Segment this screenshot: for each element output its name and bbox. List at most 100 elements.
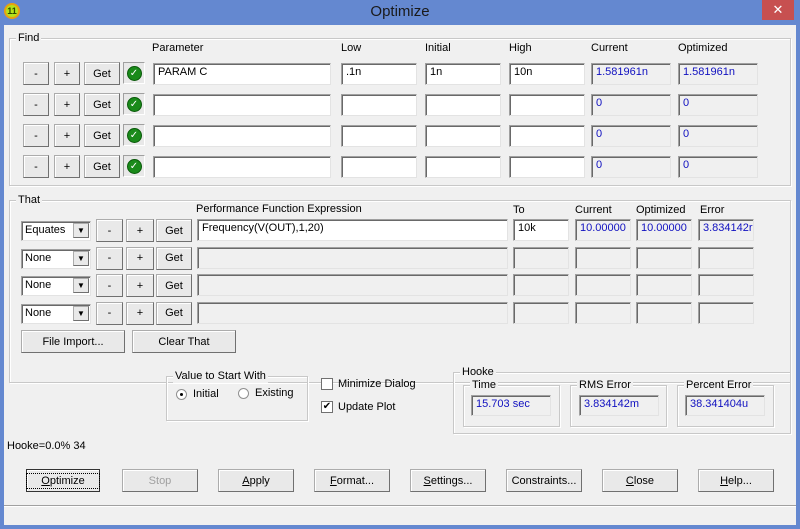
- minus-label: -: [34, 160, 38, 173]
- apply-button[interactable]: Apply: [218, 469, 294, 492]
- get-label: Get: [93, 129, 111, 142]
- low-input[interactable]: [341, 94, 417, 116]
- close-button[interactable]: Close: [602, 469, 678, 492]
- time-value: 15.703 sec: [471, 395, 551, 416]
- that-get-button[interactable]: Get: [156, 274, 192, 297]
- settings-button[interactable]: Settings...: [410, 469, 486, 492]
- find-enable-toggle[interactable]: ✓: [123, 62, 145, 84]
- find-get-button[interactable]: Get: [84, 155, 120, 178]
- parameter-input[interactable]: [153, 156, 331, 178]
- stop-label: Stop: [148, 474, 172, 487]
- apply-accel: A: [242, 474, 250, 487]
- that-optimized-value: 10.00000: [636, 219, 692, 241]
- dropdown-arrow-icon[interactable]: ▼: [73, 223, 89, 238]
- low-input[interactable]: .1n: [341, 63, 417, 85]
- that-plus-button[interactable]: +: [126, 301, 154, 325]
- high-input[interactable]: [509, 94, 585, 116]
- expression-input[interactable]: [197, 274, 508, 296]
- low-input[interactable]: [341, 156, 417, 178]
- find-plus-button[interactable]: +: [54, 93, 80, 116]
- optimize-window: 11 Optimize ✕ Find Parameter Low Initial…: [0, 0, 800, 529]
- find-plus-button[interactable]: +: [54, 62, 80, 85]
- that-get-button[interactable]: Get: [156, 219, 192, 242]
- help-button[interactable]: Help...: [698, 469, 774, 492]
- that-get-button[interactable]: Get: [156, 301, 192, 325]
- that-mode-select[interactable]: None ▼: [21, 276, 91, 296]
- high-input[interactable]: [509, 125, 585, 147]
- radio-initial-circle[interactable]: [176, 388, 187, 400]
- find-plus-button[interactable]: +: [54, 124, 80, 147]
- that-minus-button[interactable]: -: [96, 301, 123, 325]
- find-get-button[interactable]: Get: [84, 62, 120, 85]
- parameter-input[interactable]: [153, 94, 331, 116]
- find-col-high: High: [509, 42, 532, 54]
- find-minus-button[interactable]: -: [23, 124, 49, 147]
- hooke-status: Hooke=0.0% 34: [7, 440, 86, 452]
- dropdown-arrow-icon[interactable]: ▼: [73, 278, 89, 293]
- dropdown-arrow-icon[interactable]: ▼: [73, 250, 89, 266]
- initial-input[interactable]: [425, 156, 501, 178]
- that-mode-select[interactable]: None ▼: [21, 248, 91, 269]
- plus-label: +: [136, 279, 144, 292]
- minimize-dialog-box[interactable]: [321, 378, 333, 390]
- to-input[interactable]: [513, 274, 569, 296]
- close-label: Close: [626, 475, 654, 487]
- minimize-dialog-checkbox[interactable]: Minimize Dialog: [321, 378, 416, 390]
- percent-error-label: Percent Error: [684, 378, 754, 392]
- to-input[interactable]: 10k: [513, 219, 569, 241]
- update-plot-box[interactable]: ✔: [321, 401, 333, 413]
- current-value: 0: [591, 94, 671, 116]
- format-button[interactable]: Format...: [314, 469, 390, 492]
- radio-existing-circle[interactable]: [238, 387, 249, 399]
- that-col-expression: Performance Function Expression: [196, 203, 362, 215]
- radio-initial-label: Initial: [193, 388, 219, 400]
- expression-input[interactable]: [197, 246, 508, 269]
- that-plus-button[interactable]: +: [126, 246, 154, 270]
- to-input[interactable]: [513, 246, 569, 269]
- expression-input[interactable]: Frequency(V(OUT),1,20): [197, 219, 508, 241]
- find-enable-toggle[interactable]: ✓: [123, 124, 145, 146]
- find-col-current: Current: [591, 42, 628, 54]
- that-minus-button[interactable]: -: [96, 219, 123, 242]
- clear-that-button[interactable]: Clear That: [132, 330, 236, 353]
- initial-input[interactable]: [425, 94, 501, 116]
- stop-button[interactable]: Stop: [122, 469, 198, 492]
- find-get-button[interactable]: Get: [84, 93, 120, 116]
- dropdown-arrow-icon[interactable]: ▼: [73, 305, 89, 321]
- find-minus-button[interactable]: -: [23, 93, 49, 116]
- file-import-button[interactable]: File Import...: [21, 330, 125, 353]
- find-plus-button[interactable]: +: [54, 155, 80, 178]
- to-input[interactable]: [513, 301, 569, 324]
- low-input[interactable]: [341, 125, 417, 147]
- initial-input[interactable]: 1n: [425, 63, 501, 85]
- high-input[interactable]: 10n: [509, 63, 585, 85]
- constraints-button[interactable]: Constraints...: [506, 469, 582, 492]
- that-minus-button[interactable]: -: [96, 274, 123, 297]
- that-minus-button[interactable]: -: [96, 246, 123, 270]
- that-optimized-value: [636, 246, 692, 269]
- update-plot-checkbox[interactable]: ✔ Update Plot: [321, 401, 395, 413]
- that-mode-select[interactable]: Equates ▼: [21, 221, 91, 241]
- parameter-input[interactable]: PARAM C: [153, 63, 331, 85]
- that-plus-button[interactable]: +: [126, 219, 154, 242]
- expression-input[interactable]: [197, 301, 508, 324]
- title-bar[interactable]: 11 Optimize ✕: [0, 0, 800, 25]
- find-enable-toggle[interactable]: ✓: [123, 93, 145, 115]
- optimize-button[interactable]: Optimize: [26, 469, 100, 492]
- initial-input[interactable]: [425, 125, 501, 147]
- parameter-input[interactable]: [153, 125, 331, 147]
- find-enable-toggle[interactable]: ✓: [123, 155, 145, 177]
- find-minus-button[interactable]: -: [23, 155, 49, 178]
- high-input[interactable]: [509, 156, 585, 178]
- that-mode-select[interactable]: None ▼: [21, 303, 91, 324]
- get-label: Get: [165, 224, 183, 237]
- radio-existing[interactable]: Existing: [238, 387, 294, 399]
- find-get-button[interactable]: Get: [84, 124, 120, 147]
- close-window-button[interactable]: ✕: [762, 0, 794, 20]
- that-get-button[interactable]: Get: [156, 246, 192, 270]
- find-minus-button[interactable]: -: [23, 62, 49, 85]
- radio-initial[interactable]: Initial: [176, 388, 219, 400]
- that-mode-value: None: [25, 279, 52, 291]
- that-plus-button[interactable]: +: [126, 274, 154, 297]
- get-label: Get: [93, 98, 111, 111]
